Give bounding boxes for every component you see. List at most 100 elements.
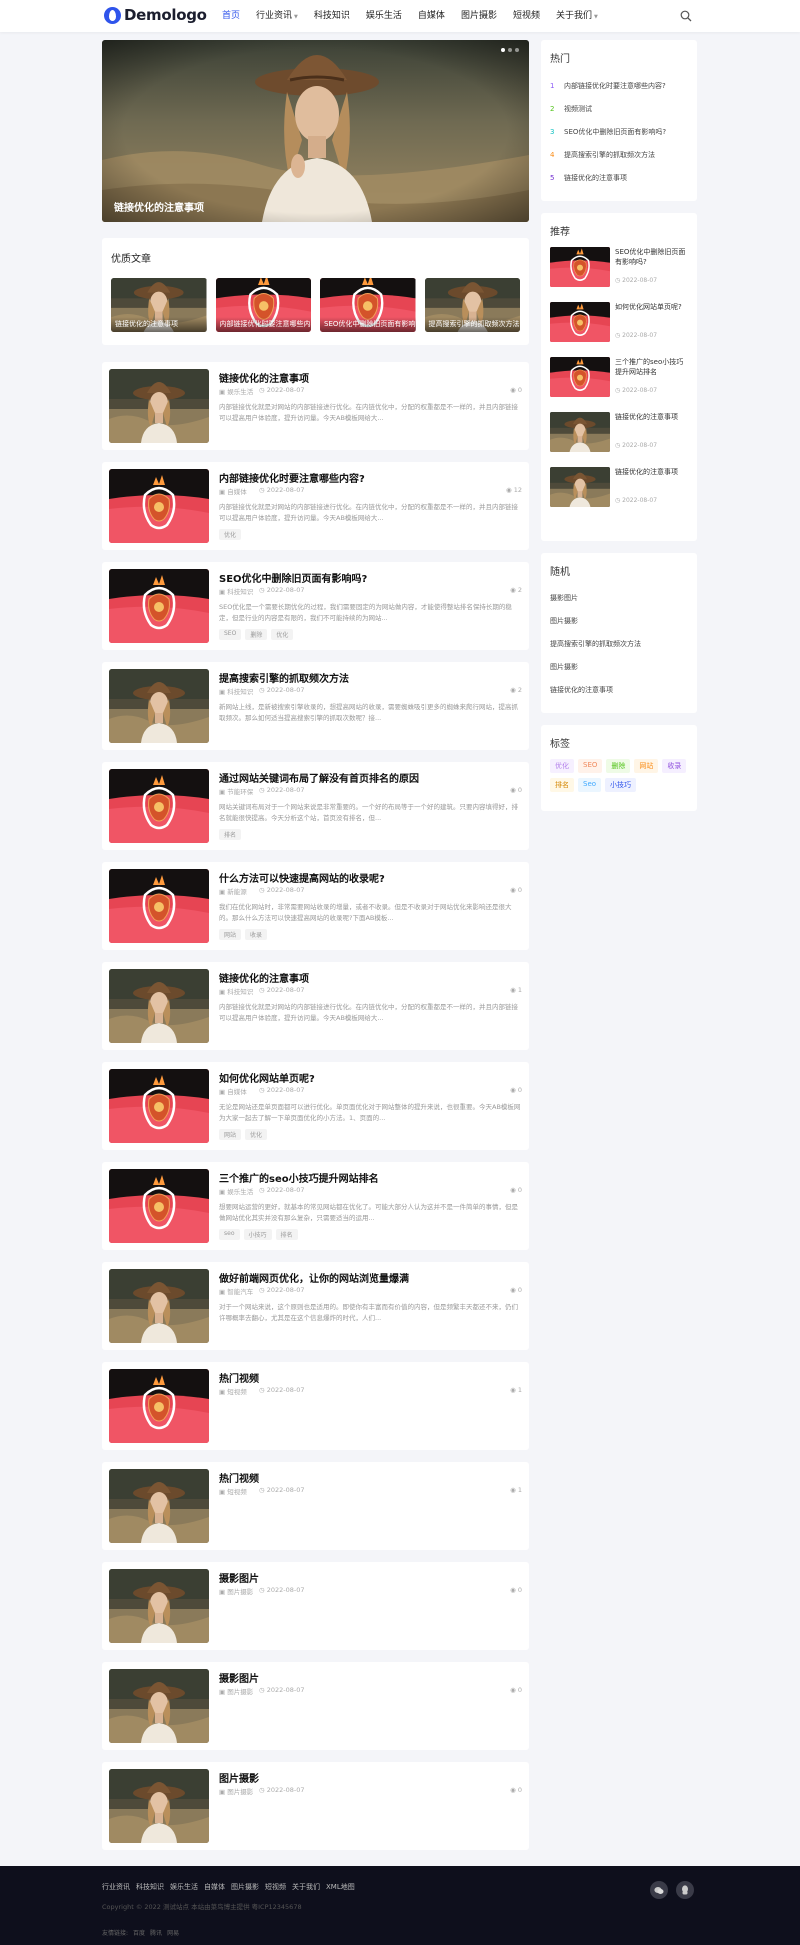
hot-item[interactable]: 4 提高搜索引擎的抓取频次方法 <box>550 143 688 166</box>
post-card[interactable]: SEO优化中删除旧页面有影响吗? ▣ 科技知识 ◷ 2022-08-07 ◉ 2 SEO… <box>102 562 529 650</box>
post-card[interactable]: 链接优化的注意事项 ▣ 科技知识 ◷ 2022-08-07 ◉ 1 内部链接优化就是对网… <box>102 962 529 1050</box>
nav-item-7[interactable]: 关于我们 ▼ <box>548 0 606 32</box>
post-thumb[interactable] <box>109 1369 209 1443</box>
post-card[interactable]: 摄影图片 ▣ 图片摄影 ◷ 2022-08-07 ◉ 0 <box>102 1662 529 1750</box>
post-thumb[interactable] <box>109 1069 209 1143</box>
nav-item-2[interactable]: 科技知识 <box>306 0 358 32</box>
friend-link[interactable]: 腾讯 <box>150 1928 162 1937</box>
quality-item[interactable]: SEO优化中删除旧页面有影响吗? <box>320 278 416 332</box>
random-item[interactable]: 摄影图片 <box>550 587 688 610</box>
hot-item[interactable]: 3 SEO优化中删除旧页面有影响吗? <box>550 120 688 143</box>
post-category[interactable]: ▣ 科技知识 <box>219 686 253 696</box>
tag-chip[interactable]: 收录 <box>662 759 687 773</box>
post-category[interactable]: ▣ 科技知识 <box>219 586 253 596</box>
post-category[interactable]: ▣ 图片摄影 <box>219 1686 253 1696</box>
quality-item[interactable]: 提高搜索引擎的抓取频次方法 <box>424 278 520 332</box>
post-thumb[interactable] <box>109 369 209 443</box>
nav-item-4[interactable]: 自媒体 <box>410 0 453 32</box>
site-logo[interactable]: Demologo <box>104 6 207 24</box>
recommend-title[interactable]: 三个推广的seo小技巧提升网站排名 <box>615 357 688 377</box>
footer-link[interactable]: 自媒体 <box>204 1882 225 1892</box>
recommend-title[interactable]: 如何优化网站单页呢? <box>615 302 688 312</box>
post-card[interactable]: 摄影图片 ▣ 图片摄影 ◷ 2022-08-07 ◉ 0 <box>102 1562 529 1650</box>
tag-chip[interactable]: 网站 <box>634 759 659 773</box>
friend-link[interactable]: 网易 <box>167 1928 179 1937</box>
post-card[interactable]: 内部链接优化时要注意哪些内容? ▣ 自媒体 ◷ 2022-08-07 ◉ 12 内部链接… <box>102 462 529 550</box>
footer-link[interactable]: 图片摄影 <box>231 1882 259 1892</box>
post-tag[interactable]: SEO <box>219 629 242 640</box>
nav-item-5[interactable]: 图片摄影 <box>453 0 505 32</box>
recommend-item[interactable]: SEO优化中删除旧页面有影响吗? ◷ 2022-08-07 <box>550 247 688 301</box>
hot-item[interactable]: 2 视频测试 <box>550 97 688 120</box>
post-card[interactable]: 链接优化的注意事项 ▣ 娱乐生活 ◷ 2022-08-07 ◉ 0 内部链接优化就是对网… <box>102 362 529 450</box>
tag-chip[interactable]: Seo <box>578 778 602 792</box>
post-tag[interactable]: 删除 <box>245 629 268 640</box>
post-title[interactable]: 热门视频 <box>219 1470 259 1485</box>
nav-item-3[interactable]: 娱乐生活 <box>358 0 410 32</box>
post-title[interactable]: 做好前端网页优化，让你的网站浏览量爆满 <box>219 1270 409 1285</box>
recommend-title[interactable]: 链接优化的注意事项 <box>615 467 688 477</box>
post-title[interactable]: 摄影图片 <box>219 1570 259 1585</box>
post-tag[interactable]: 网站 <box>219 929 242 940</box>
nav-item-6[interactable]: 短视频 <box>505 0 548 32</box>
post-title[interactable]: 热门视频 <box>219 1370 259 1385</box>
post-category[interactable]: ▣ 自媒体 <box>219 1086 247 1096</box>
post-tag[interactable]: 小技巧 <box>243 1229 272 1240</box>
post-thumb[interactable] <box>109 1269 209 1343</box>
recommend-title[interactable]: SEO优化中删除旧页面有影响吗? <box>615 247 688 267</box>
post-thumb[interactable] <box>109 1769 209 1843</box>
quality-item[interactable]: 链接优化的注意事项 <box>111 278 207 332</box>
search-icon[interactable] <box>680 10 692 22</box>
post-title[interactable]: 提高搜索引擎的抓取频次方法 <box>219 670 349 685</box>
post-tag[interactable]: 排名 <box>219 829 242 840</box>
post-thumb[interactable] <box>109 469 209 543</box>
post-thumb[interactable] <box>109 869 209 943</box>
nav-item-0[interactable]: 首页 <box>214 0 248 32</box>
recommend-thumb[interactable] <box>550 412 610 452</box>
post-card[interactable]: 提高搜索引擎的抓取频次方法 ▣ 科技知识 ◷ 2022-08-07 ◉ 2 新网站上线，… <box>102 662 529 750</box>
recommend-item[interactable]: 三个推广的seo小技巧提升网站排名 ◷ 2022-08-07 <box>550 357 688 411</box>
footer-link[interactable]: 短视频 <box>265 1882 286 1892</box>
random-item[interactable]: 图片摄影 <box>550 656 688 679</box>
wechat-icon[interactable] <box>650 1881 668 1899</box>
post-card[interactable]: 如何优化网站单页呢? ▣ 自媒体 ◷ 2022-08-07 ◉ 0 无论是网站还是单页面… <box>102 1062 529 1150</box>
post-card[interactable]: 做好前端网页优化，让你的网站浏览量爆满 ▣ 智能汽车 ◷ 2022-08-07 ◉ 0… <box>102 1262 529 1350</box>
post-title[interactable]: 通过网站关键词布局了解没有首页排名的原因 <box>219 770 419 785</box>
post-card[interactable]: 通过网站关键词布局了解没有首页排名的原因 ▣ 节能环保 ◷ 2022-08-07 ◉ … <box>102 762 529 850</box>
recommend-item[interactable]: 如何优化网站单页呢? ◷ 2022-08-07 <box>550 302 688 356</box>
recommend-thumb[interactable] <box>550 247 610 287</box>
random-item[interactable]: 链接优化的注意事项 <box>550 679 688 702</box>
post-tag[interactable]: 优化 <box>245 1129 268 1140</box>
post-title[interactable]: 链接优化的注意事项 <box>219 970 309 985</box>
post-thumb[interactable] <box>109 1469 209 1543</box>
random-item[interactable]: 提高搜索引擎的抓取频次方法 <box>550 633 688 656</box>
post-category[interactable]: ▣ 图片摄影 <box>219 1586 253 1596</box>
recommend-thumb[interactable] <box>550 357 610 397</box>
post-card[interactable]: 三个推广的seo小技巧提升网站排名 ▣ 娱乐生活 ◷ 2022-08-07 ◉ 0 想要… <box>102 1162 529 1250</box>
post-category[interactable]: ▣ 短视频 <box>219 1386 247 1396</box>
post-tag[interactable]: 收录 <box>245 929 268 940</box>
hot-item[interactable]: 5 链接优化的注意事项 <box>550 166 688 189</box>
post-title[interactable]: 什么方法可以快速提高网站的收录呢? <box>219 870 385 885</box>
recommend-item[interactable]: 链接优化的注意事项 ◷ 2022-08-07 <box>550 412 688 466</box>
post-card[interactable]: 图片摄影 ▣ 图片摄影 ◷ 2022-08-07 ◉ 0 <box>102 1762 529 1850</box>
nav-item-1[interactable]: 行业资讯 ▼ <box>248 0 306 32</box>
post-tag[interactable]: 排名 <box>275 1229 298 1240</box>
footer-link[interactable]: 科技知识 <box>136 1882 164 1892</box>
tag-chip[interactable]: 删除 <box>606 759 631 773</box>
post-title[interactable]: 摄影图片 <box>219 1670 259 1685</box>
footer-link[interactable]: XML地图 <box>326 1882 355 1892</box>
post-card[interactable]: 什么方法可以快速提高网站的收录呢? ▣ 新能源 ◷ 2022-08-07 ◉ 0 我们在… <box>102 862 529 950</box>
footer-link[interactable]: 关于我们 <box>292 1882 320 1892</box>
post-title[interactable]: SEO优化中删除旧页面有影响吗? <box>219 570 367 585</box>
slider-dot[interactable] <box>508 48 512 52</box>
recommend-thumb[interactable] <box>550 467 610 507</box>
post-category[interactable]: ▣ 自媒体 <box>219 486 247 496</box>
post-category[interactable]: ▣ 娱乐生活 <box>219 386 253 396</box>
hot-item[interactable]: 1 内部链接优化时要注意哪些内容? <box>550 74 688 97</box>
post-thumb[interactable] <box>109 1669 209 1743</box>
slider-caption[interactable]: 链接优化的注意事项 <box>114 199 204 214</box>
post-thumb[interactable] <box>109 969 209 1043</box>
tag-chip[interactable]: 小技巧 <box>605 778 637 792</box>
post-category[interactable]: ▣ 娱乐生活 <box>219 1186 253 1196</box>
